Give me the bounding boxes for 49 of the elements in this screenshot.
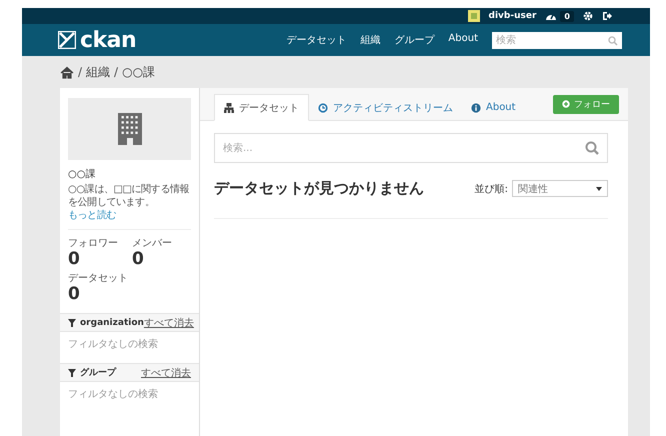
user-name[interactable]: divb-user bbox=[488, 11, 536, 21]
stat-label: メンバー bbox=[132, 237, 172, 250]
nav-link[interactable]: About bbox=[448, 33, 478, 47]
read-more-link[interactable]: もっと読む bbox=[68, 210, 116, 221]
home-icon bbox=[60, 66, 74, 78]
sign-out-icon bbox=[602, 11, 612, 21]
sort-dropdown[interactable]: 関連性 bbox=[512, 180, 608, 197]
search-field[interactable]: 検索... bbox=[214, 133, 608, 163]
clock-icon bbox=[318, 102, 328, 112]
tab[interactable]: アクティビティストリーム bbox=[309, 95, 462, 120]
breadcrumb-link[interactable]: 組織 bbox=[86, 64, 110, 80]
stat-label: データセット bbox=[68, 272, 128, 285]
avatar-icon bbox=[468, 10, 480, 22]
caret-icon bbox=[596, 186, 602, 190]
building-icon bbox=[118, 113, 142, 145]
search-icon bbox=[608, 36, 618, 46]
clear-all-link[interactable]: すべて消去 bbox=[144, 316, 194, 330]
stat-label: フォロワー bbox=[68, 237, 118, 250]
search-field[interactable]: 検索 bbox=[492, 32, 622, 48]
nav-link[interactable]: グループ bbox=[394, 33, 434, 47]
settings-icon bbox=[583, 11, 593, 21]
organization-name: ○○課 bbox=[68, 168, 96, 181]
facet-title: グループ bbox=[80, 366, 116, 380]
tab[interactable]: About bbox=[462, 95, 525, 120]
breadcrumb-link[interactable]: ○○課 bbox=[122, 64, 156, 80]
tab[interactable]: データセット bbox=[214, 94, 309, 121]
stat-value: 0 bbox=[68, 284, 81, 304]
filter-icon bbox=[68, 368, 76, 377]
info-icon bbox=[471, 102, 481, 112]
stat-value: 0 bbox=[68, 250, 81, 269]
breadcrumb-separator: / bbox=[114, 65, 118, 79]
stat-value: 0 bbox=[132, 250, 145, 269]
nav-link[interactable]: データセット bbox=[286, 33, 346, 47]
empty-filter-text: フィルタなしの検索 bbox=[68, 389, 158, 400]
nav-link[interactable]: 組織 bbox=[360, 33, 380, 47]
filter-icon bbox=[68, 318, 76, 327]
count-badge: 0 bbox=[560, 10, 574, 22]
breadcrumb-separator: / bbox=[78, 65, 82, 79]
logo-text[interactable]: ckan bbox=[80, 28, 136, 52]
plus-icon bbox=[562, 100, 570, 108]
clear-all-link[interactable]: すべて消去 bbox=[141, 366, 191, 380]
logo-icon bbox=[58, 31, 76, 49]
sitemap-icon bbox=[224, 102, 234, 112]
search-icon bbox=[585, 141, 599, 155]
organization-description: ○○課は、□□に関する情報を公開しています。 もっと読む bbox=[68, 183, 190, 222]
facet-title: organization bbox=[80, 318, 144, 328]
sort-label: 並び順: bbox=[474, 182, 508, 196]
results-heading: データセットが見つかりません bbox=[214, 179, 424, 198]
empty-filter-text: フィルタなしの検索 bbox=[68, 339, 158, 350]
